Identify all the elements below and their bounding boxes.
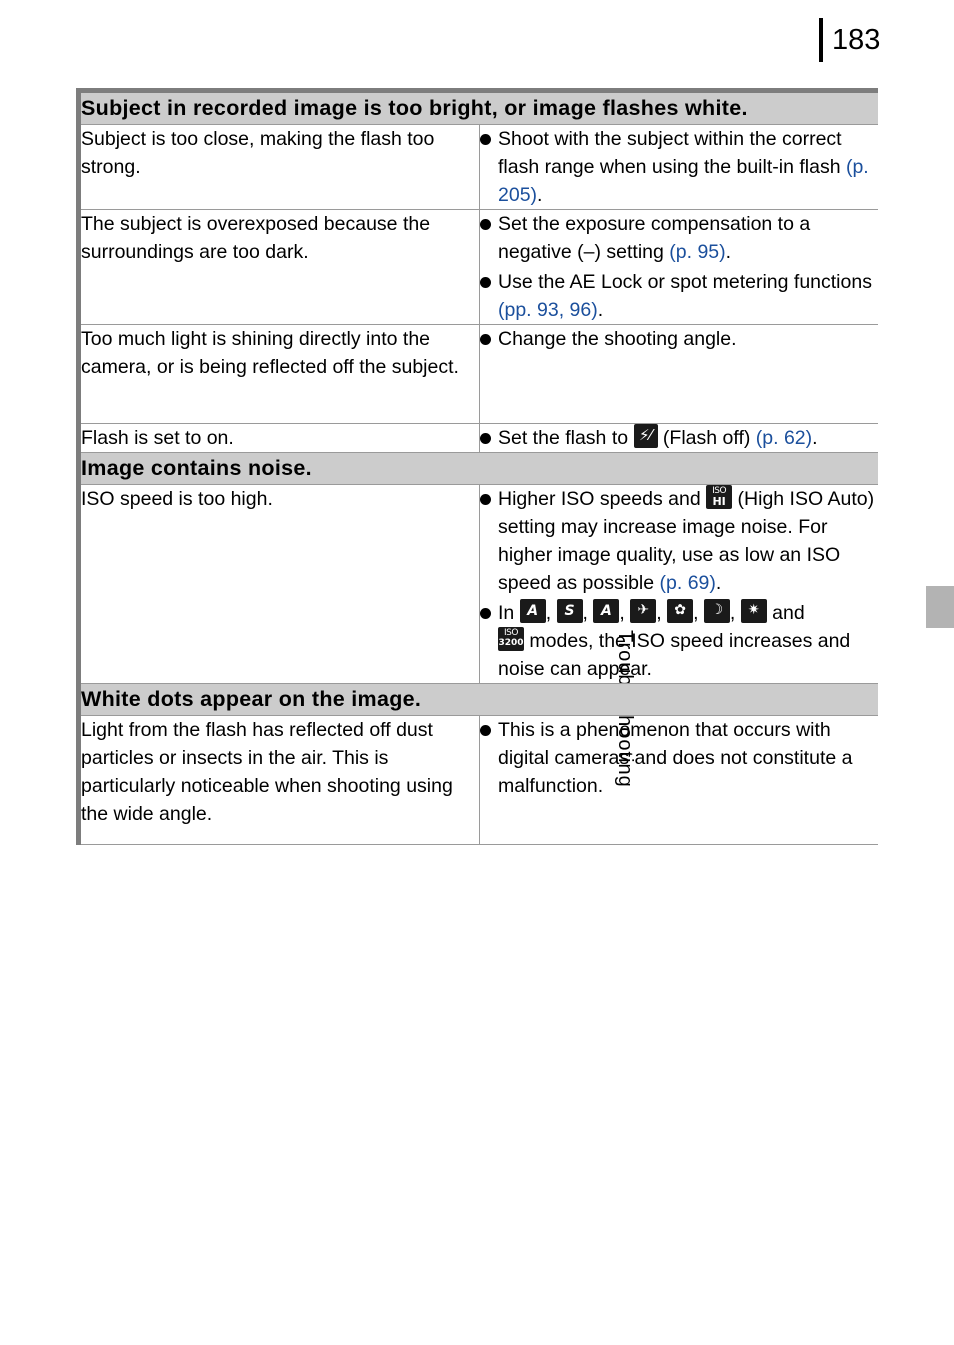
remedy-text: This is a phenomenon that occurs with di…	[498, 718, 853, 798]
table-row: Light from the flash has reflected off d…	[81, 715, 878, 846]
section-heading: Image contains noise.	[81, 452, 878, 485]
cause-cell: Light from the flash has reflected off d…	[81, 715, 480, 846]
long-shutter-icon: S	[556, 599, 583, 624]
remedy-cell: This is a phenomenon that occurs with di…	[479, 715, 878, 846]
list-item: Shoot with the subject within the correc…	[480, 125, 878, 209]
remedy-text-mid: (Flash off)	[657, 427, 756, 450]
remedy-text-post: modes, the ISO speed increases and noise…	[498, 630, 851, 681]
bullet-icon	[480, 276, 491, 288]
table-row: ISO speed is too high. Higher ISO speeds…	[81, 484, 878, 685]
bullet-icon	[480, 433, 491, 445]
chapter-tab-marker	[926, 586, 954, 628]
indoor-icon: A	[593, 599, 620, 624]
foliage-icon: ✿	[667, 599, 694, 624]
remedy-text-pre: Use the AE Lock or spot metering functio…	[498, 270, 872, 293]
cause-cell: The subject is overexposed because the s…	[81, 209, 480, 326]
remedy-text-pre: In	[498, 602, 520, 625]
remedy-text-post: .	[537, 183, 543, 206]
troubleshooting-table-wrapper: Subject in recorded image is too bright,…	[76, 88, 878, 846]
bullet-icon	[480, 218, 491, 230]
remedy-cell: Higher ISO speeds and ISO HI (High ISO Au…	[479, 484, 878, 685]
remedy-text: Set the flash to ⚡⁄ (Flash off) (p. 62).	[498, 424, 878, 452]
remedy-text-pre: Higher ISO speeds and	[498, 487, 707, 510]
troubleshooting-table: Subject in recorded image is too bright,…	[81, 93, 878, 846]
remedy-text-post: .	[597, 298, 604, 321]
table-row: Too much light is shining directly into …	[81, 324, 878, 425]
flash-off-icon: ⚡⁄	[633, 424, 658, 449]
list-item: Set the flash to ⚡⁄ (Flash off) (p. 62).	[480, 424, 878, 452]
kids-pets-icon: ✈	[630, 599, 657, 624]
bullet-icon	[480, 133, 491, 145]
remedy-text: Higher ISO speeds and ISO HI (High ISO Au…	[498, 484, 878, 597]
remedy-text: Use the AE Lock or spot metering functio…	[498, 268, 878, 324]
bullet-icon	[480, 493, 491, 505]
remedy-text: Shoot with the subject within the correc…	[498, 125, 878, 209]
table-row: Subject is too close, making the flash t…	[81, 124, 878, 210]
list-item: Change the shooting angle.	[480, 325, 878, 353]
list-item: Set the exposure compensation to a negat…	[480, 210, 878, 266]
cause-cell: Subject is too close, making the flash t…	[81, 124, 480, 210]
bullet-icon	[480, 334, 491, 346]
iso-3200-icon: ISO 3200	[498, 627, 524, 652]
list-item: Use the AE Lock or spot metering functio…	[480, 268, 878, 324]
page-reference[interactable]: (p. 62)	[756, 427, 812, 449]
iso-hi-icon: ISO HI	[706, 484, 733, 509]
remedy-text-mid: and	[766, 602, 805, 625]
list-item: This is a phenomenon that occurs with di…	[480, 716, 878, 800]
remedy-text-pre: Set the exposure compensation to a negat…	[498, 212, 811, 263]
remedy-text: Change the shooting angle.	[498, 328, 737, 351]
cause-cell: Flash is set to on.	[81, 423, 480, 454]
bullet-icon	[480, 724, 491, 736]
page-number: 183	[832, 24, 881, 56]
list-item: Higher ISO speeds and ISO HI (High ISO Au…	[480, 484, 878, 597]
page-reference[interactable]: (pp. 93, 96)	[498, 299, 598, 321]
remedy-text-pre: Set the flash to	[498, 427, 634, 450]
page-header: 183	[0, 0, 954, 80]
page-number-rule	[819, 18, 823, 62]
list-item: In A, S, A, ✈, ✿, ☽, ✷ and ISO 3200 modes…	[480, 599, 878, 683]
page-reference[interactable]: (p. 95)	[669, 241, 725, 263]
remedy-cell: Shoot with the subject within the correc…	[479, 124, 878, 210]
bullet-icon	[480, 608, 491, 620]
section-heading-row: Image contains noise.	[81, 452, 878, 485]
auto-iso-icon: A	[519, 599, 546, 624]
cause-cell: ISO speed is too high.	[81, 484, 480, 685]
section-heading: Subject in recorded image is too bright,…	[81, 93, 878, 125]
page-reference[interactable]: (p. 69)	[660, 572, 716, 594]
table-row: The subject is overexposed because the s…	[81, 209, 878, 326]
cause-cell: Too much light is shining directly into …	[81, 324, 480, 425]
remedy-text-post: .	[715, 572, 722, 595]
remedy-cell: Change the shooting angle.	[479, 324, 878, 425]
remedy-cell: Set the flash to ⚡⁄ (Flash off) (p. 62).	[479, 423, 878, 454]
fireworks-icon: ✷	[740, 599, 767, 624]
section-heading-row: Subject in recorded image is too bright,…	[81, 93, 878, 125]
remedy-text-post: .	[812, 427, 818, 450]
remedy-text-post: .	[725, 240, 732, 263]
section-heading-row: White dots appear on the image.	[81, 683, 878, 716]
table-row: Flash is set to on. Set the flash to ⚡⁄ …	[81, 423, 878, 454]
remedy-text: Set the exposure compensation to a negat…	[498, 210, 878, 266]
night-snapshot-icon: ☽	[703, 599, 730, 624]
section-heading: White dots appear on the image.	[81, 683, 878, 716]
remedy-cell: Set the exposure compensation to a negat…	[479, 209, 878, 326]
remedy-text: In A, S, A, ✈, ✿, ☽, ✷ and ISO 3200 modes…	[498, 599, 878, 683]
remedy-text-pre: Shoot with the subject within the correc…	[498, 127, 846, 178]
